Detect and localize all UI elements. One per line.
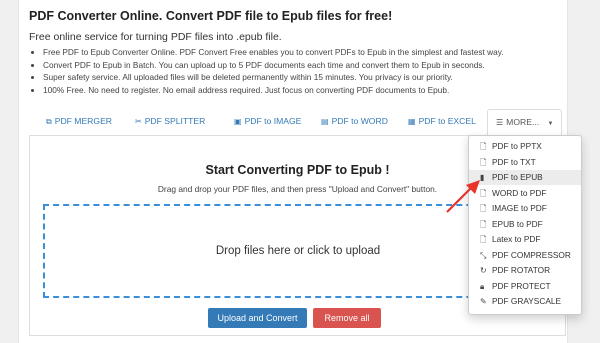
menu-item-label: PDF GRAYSCALE — [492, 296, 562, 306]
caret-down-icon: ▼ — [547, 121, 554, 127]
menu-item-latex-to-pdf[interactable]: 🗋 Latex to PDF — [469, 232, 581, 247]
feature-item: Super safety service. All uploaded files… — [43, 71, 504, 84]
spreadsheet-icon: ▦ — [408, 117, 416, 126]
file-icon: 🗋 — [480, 219, 487, 229]
tab-label: PDF to IMAGE — [244, 116, 302, 126]
page-title: PDF Converter Online. Convert PDF file t… — [29, 9, 393, 23]
tab-pdf-to-image[interactable]: ▣ PDF to IMAGE — [234, 109, 301, 136]
menu-item-label: WORD to PDF — [492, 187, 547, 198]
menu-item-pdf-protect[interactable]: 🔒︎ PDF PROTECT — [469, 279, 581, 294]
tab-label: PDF MERGER — [54, 116, 113, 126]
menu-item-label: PDF ROTATOR — [492, 265, 551, 275]
feature-item: Convert PDF to Epub in Batch. You can up… — [43, 59, 504, 72]
menu-item-image-to-pdf[interactable]: 🗋 IMAGE to PDF — [469, 201, 581, 216]
file-icon: 🗋 — [480, 157, 487, 167]
file-icon: 🗋 — [480, 235, 487, 244]
menu-item-label: PDF PROTECT — [492, 280, 551, 291]
tab-pdf-to-word[interactable]: ▤ PDF to WORD — [321, 109, 388, 136]
tab-label: PDF to EXCEL — [418, 116, 476, 126]
menu-item-pdf-grayscale[interactable]: ✎ PDF GRAYSCALE — [469, 294, 581, 309]
dropzone-label: Drop files here or click to upload — [215, 245, 381, 257]
menu-item-pdf-to-txt[interactable]: 🗋 PDF to TXT — [469, 155, 581, 170]
remove-all-button[interactable]: Remove all — [313, 308, 381, 328]
tool-tabs: ⧉ PDF MERGER ✂ PDF SPLITTER ▣ PDF to IMAGE … — [29, 109, 566, 136]
compress-icon: ⤡ — [480, 250, 487, 260]
tab-pdf-to-excel[interactable]: ▦ PDF to EXCEL — [408, 109, 476, 136]
menu-item-label: PDF to TXT — [492, 156, 536, 167]
menu-item-word-to-pdf[interactable]: 🗋 WORD to PDF — [469, 186, 581, 201]
tab-label: PDF SPLITTER — [144, 116, 206, 126]
tab-more-dropdown[interactable]: ☰ MORE... ▼ — [487, 109, 563, 136]
rotate-icon: ↻ — [480, 266, 487, 275]
menu-item-label: PDF to PPTX — [492, 141, 542, 151]
upload-convert-button[interactable]: Upload and Convert — [208, 308, 307, 328]
menu-item-pdf-compressor[interactable]: ⤡ PDF COMPRESSOR — [469, 248, 581, 263]
more-dropdown-menu: 🗋 PDF to PPTX 🗋 PDF to TXT ▮ PDF to EPUB 🗋 W… — [468, 135, 582, 315]
tab-label: PDF to WORD — [331, 116, 388, 126]
tab-pdf-splitter[interactable]: ✂ PDF SPLITTER — [135, 109, 205, 136]
page-subtitle: Free online service for turning PDF file… — [29, 31, 282, 43]
menu-item-pdf-to-pptx[interactable]: 🗋 PDF to PPTX — [469, 139, 581, 154]
image-icon: ▣ — [234, 117, 242, 126]
menu-item-label: PDF COMPRESSOR — [492, 249, 571, 260]
menu-item-pdf-to-epub[interactable]: ▮ PDF to EPUB — [469, 170, 581, 185]
menu-item-label: PDF to EPUB — [492, 172, 543, 182]
document-icon: ▤ — [321, 117, 329, 126]
menu-item-label: EPUB to PDF — [492, 218, 543, 229]
tab-label: MORE... — [506, 117, 540, 127]
feature-list: Free PDF to Epub Converter Online. PDF C… — [29, 46, 504, 97]
menu-item-epub-to-pdf[interactable]: 🗋 EPUB to PDF — [469, 217, 581, 232]
file-icon: 🗋 — [480, 142, 487, 151]
menu-item-label: Latex to PDF — [492, 234, 541, 244]
feature-item: 100% Free. No need to register. No email… — [43, 84, 504, 97]
brush-icon: ✎ — [480, 297, 487, 306]
list-icon: ☰ — [496, 118, 504, 127]
tab-pdf-merger[interactable]: ⧉ PDF MERGER — [46, 109, 112, 136]
merge-icon: ⧉ — [46, 117, 52, 126]
lock-icon: 🔒︎ — [480, 281, 485, 291]
scissors-icon: ✂ — [135, 117, 142, 126]
menu-item-pdf-rotator[interactable]: ↻ PDF ROTATOR — [469, 263, 581, 278]
red-arrow-annotation — [446, 180, 480, 213]
menu-item-label: IMAGE to PDF — [492, 203, 547, 213]
feature-item: Free PDF to Epub Converter Online. PDF C… — [43, 46, 504, 59]
